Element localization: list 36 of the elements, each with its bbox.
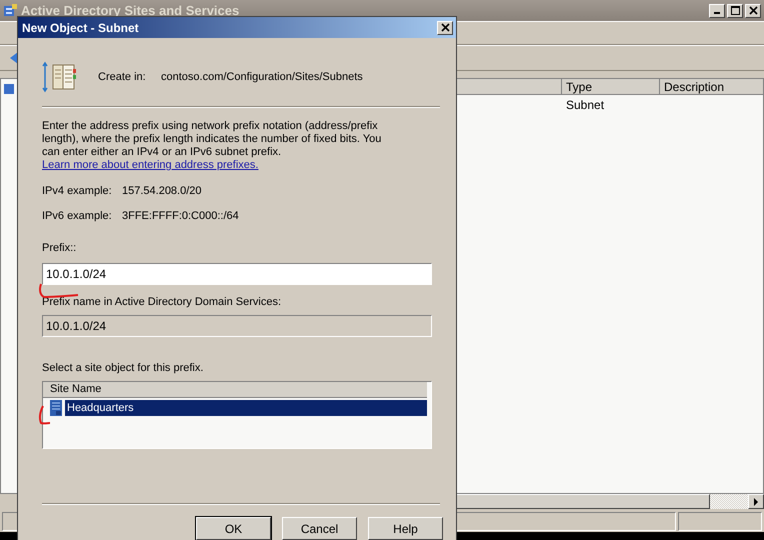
column-header[interactable]: Description: [660, 79, 763, 95]
type-cell: Subnet: [566, 98, 604, 112]
dialog-button[interactable]: Cancel: [282, 517, 357, 540]
dialog-button[interactable]: Help: [368, 517, 443, 540]
close-button[interactable]: [745, 4, 761, 18]
site-label: Select a site object for this prefix.: [42, 362, 204, 375]
sites-icon[interactable]: [3, 83, 15, 95]
column-header[interactable]: Site Name: [43, 382, 427, 398]
site-icon: [50, 400, 62, 416]
close-icon: [440, 23, 450, 32]
close-icon: [748, 6, 758, 15]
description-text: Enter the address prefix using network prefix notation (address/prefix length), where the prefix length indicates the number of fixed bits. You can enter either an IPv4 or an IPv6 subnet prefix.: [42, 120, 382, 158]
dialog-button[interactable]: OK: [196, 517, 271, 540]
app-icon: [3, 4, 17, 18]
dialog-title: New Object - Subnet: [22, 20, 139, 34]
scroll-right-icon[interactable]: [753, 498, 759, 506]
maximize-icon: [730, 6, 740, 15]
annotation-mark: [37, 404, 53, 426]
column-header[interactable]: Type: [562, 79, 660, 95]
minimize-button[interactable]: [709, 4, 725, 18]
prefix-field[interactable]: 10.0.1.0/24: [42, 263, 432, 285]
prefix-label: Prefix::: [42, 242, 78, 255]
learn-more-link[interactable]: Learn more about entering address prefixes.: [42, 159, 258, 172]
create-in-path: contoso.com/Configuration/Sites/Subnets: [161, 71, 363, 83]
window-title: Active Directory Sites and Services: [21, 3, 240, 18]
example-value: 157.54.208.0/20: [122, 185, 202, 197]
prefix-name-label: Prefix name in Active Directory Domain Services:: [42, 296, 282, 309]
close-button[interactable]: [437, 20, 453, 34]
prefix-name-field[interactable]: 10.0.1.0/24: [42, 315, 432, 337]
example-label: IPv4 example:: [42, 185, 113, 197]
create-in-label: Create in:: [98, 71, 147, 83]
maximize-button[interactable]: [727, 4, 743, 18]
example-label: IPv6 example:: [42, 210, 113, 222]
book-icon: [42, 61, 78, 93]
example-value: 3FFE:FFFF:0:C000::/64: [122, 210, 239, 222]
list-item[interactable]: Headquarters: [65, 400, 427, 416]
